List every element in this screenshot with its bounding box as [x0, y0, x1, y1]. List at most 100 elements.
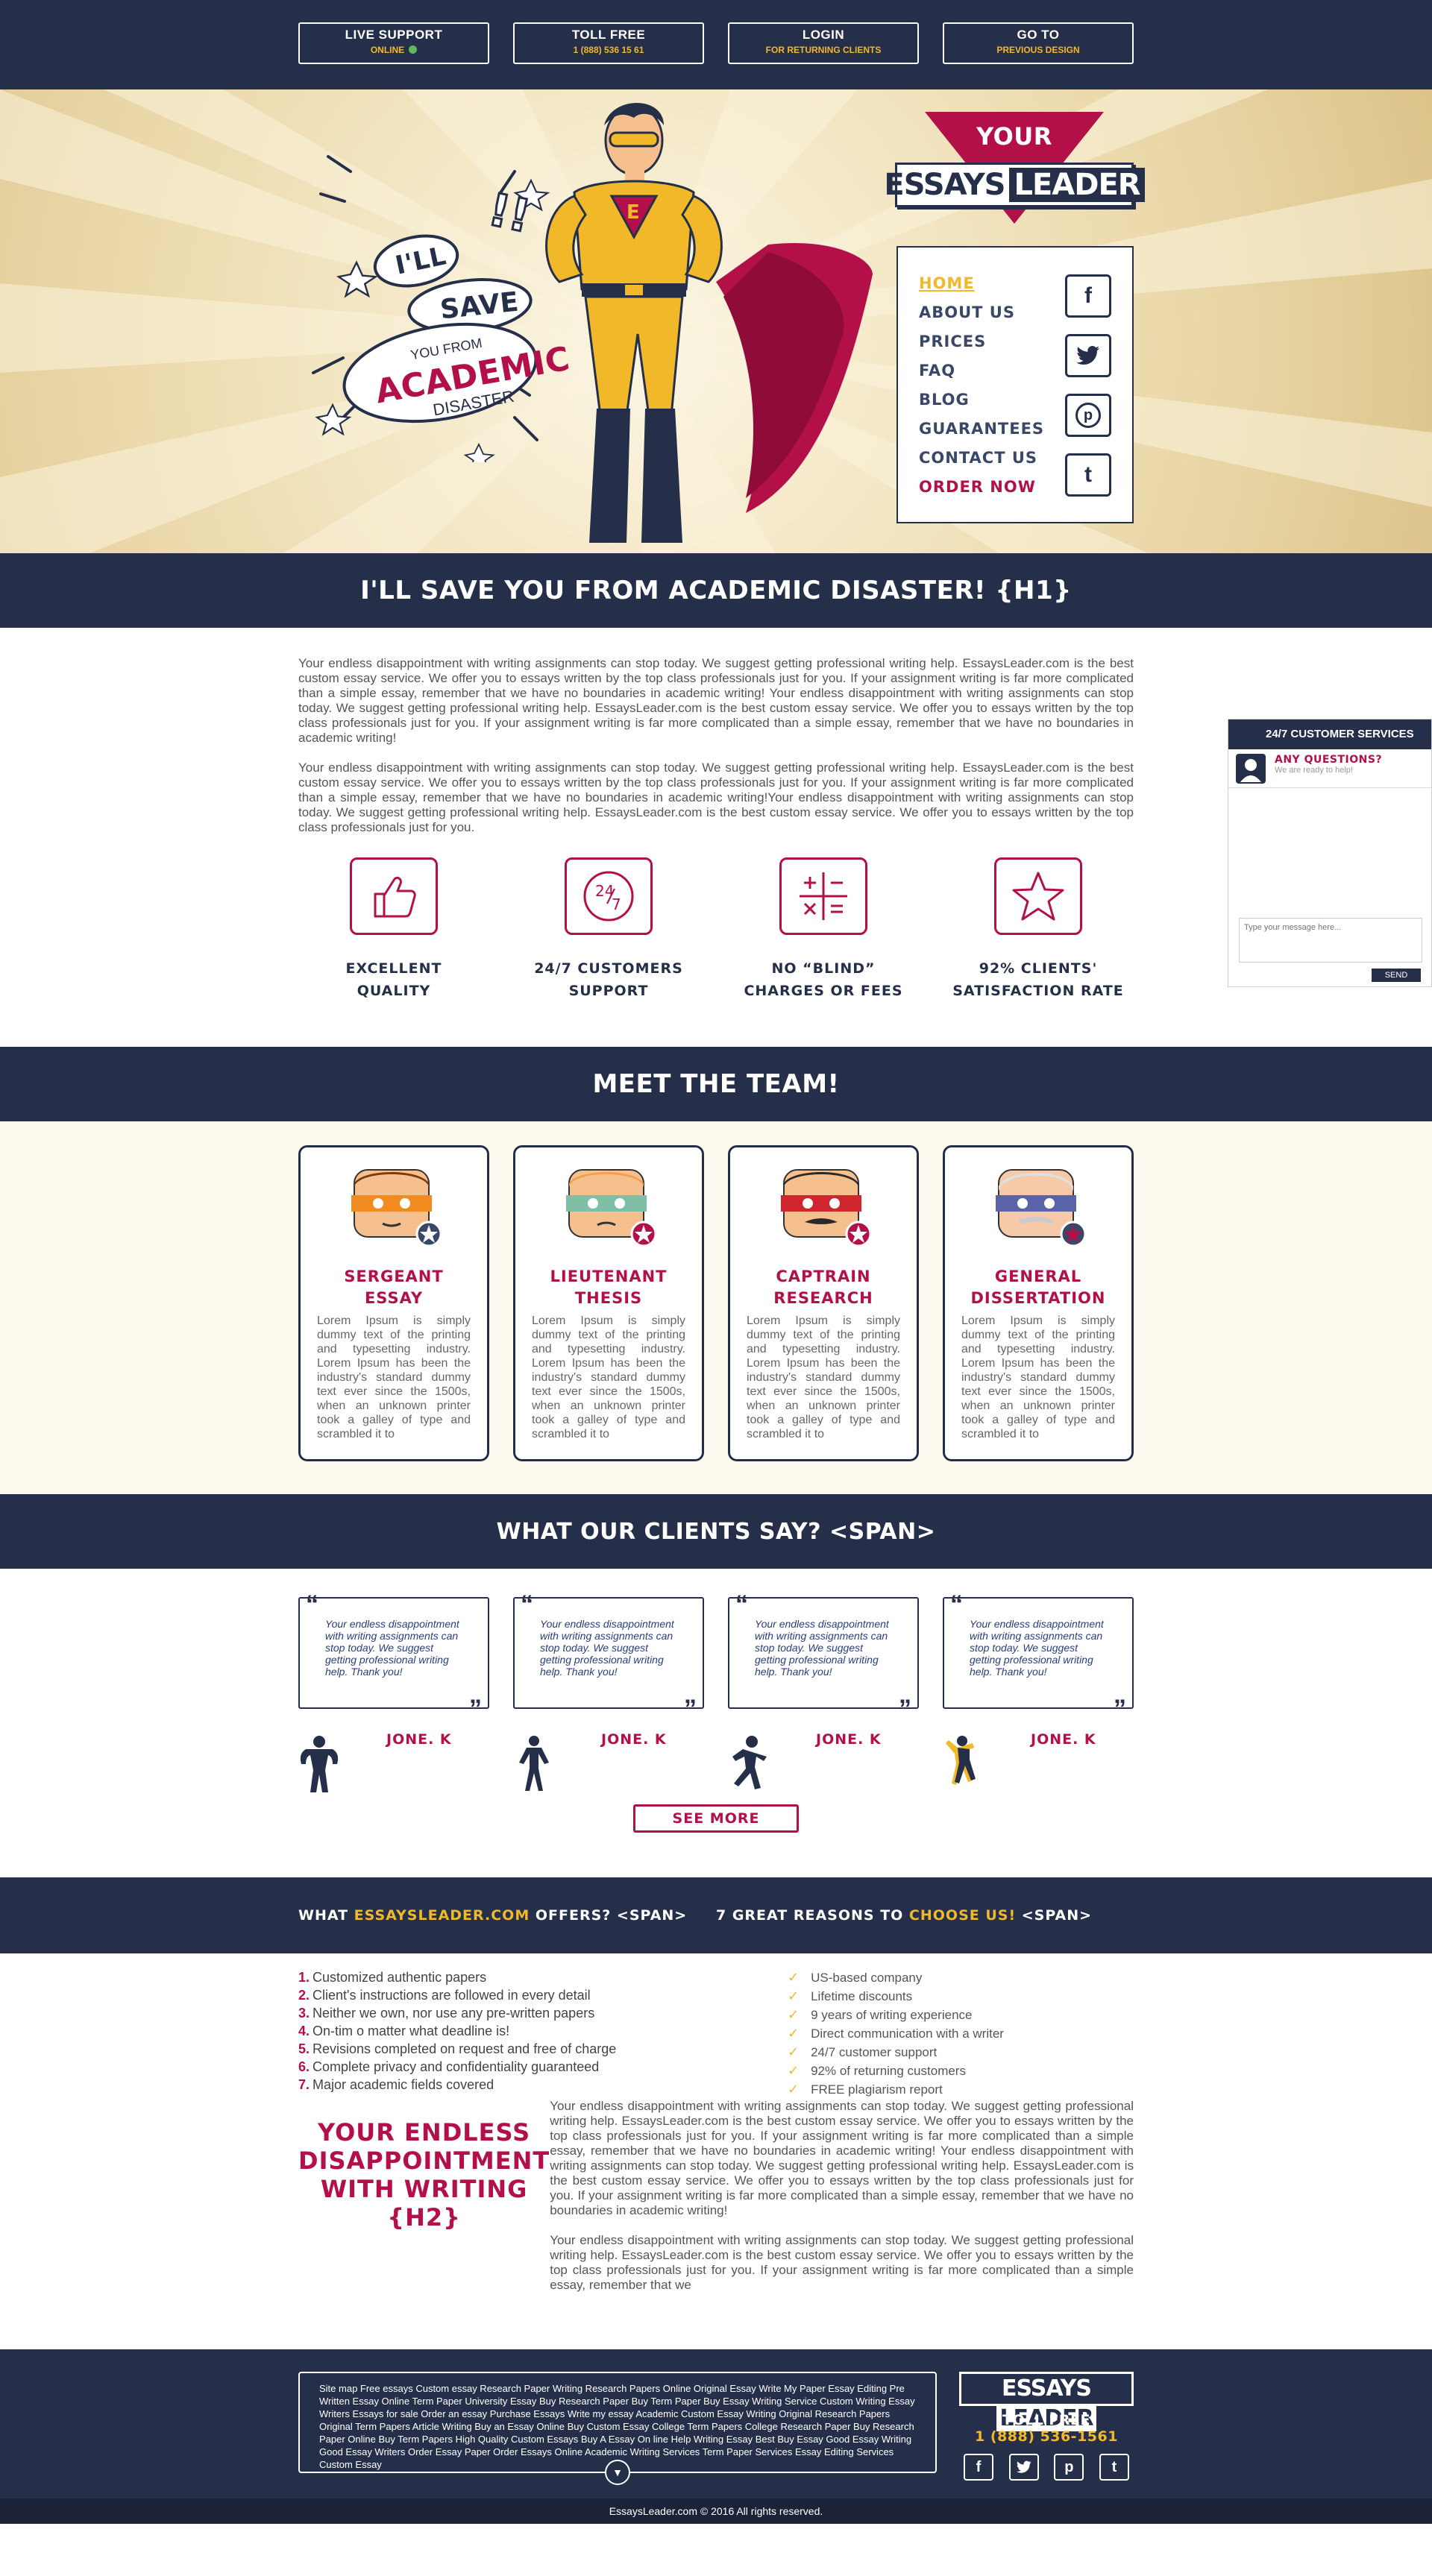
offers-heading-brand: ESSAYSLEADER.COM	[354, 1907, 530, 1924]
member-bio: Lorem Ipsum is simply dummy text of the …	[532, 1314, 685, 1440]
twitter-icon[interactable]	[1065, 334, 1111, 377]
clock-24-7-icon: 24 7	[565, 857, 653, 935]
intro-text: Your endless disappointment with writing…	[298, 656, 1134, 835]
member-bio: Lorem Ipsum is simply dummy text of the …	[747, 1314, 900, 1440]
member-name: THESIS	[574, 1289, 643, 1307]
logo-leader: LEADER	[1009, 168, 1145, 202]
goto-sub: PREVIOUS DESIGN	[996, 45, 1080, 55]
feature-quality-line2: QUALITY	[357, 983, 431, 999]
member-name: RESEARCH	[773, 1289, 873, 1307]
chat-message-input[interactable]	[1239, 918, 1422, 963]
footer-brand: ESSAYS LEADER TOLL FREE 1 (888) 536-1561…	[959, 2372, 1134, 2481]
tumblr-icon[interactable]: t	[1065, 453, 1111, 497]
check-icon: ✓	[788, 2063, 800, 2078]
feature-satisfaction-line2: SATISFACTION RATE	[952, 983, 1124, 999]
feature-no-fees-line2: CHARGES OR FEES	[744, 983, 903, 999]
facebook-icon[interactable]: f	[964, 2454, 993, 2481]
twitter-bird-glyph	[1076, 346, 1099, 365]
svg-text:E: E	[626, 201, 640, 224]
facebook-icon[interactable]: f	[1065, 274, 1111, 318]
agent-avatar	[1236, 754, 1266, 784]
reasons-list: ✓ US-based company ✓ Lifetime discounts ✓ 9…	[788, 1968, 1004, 2099]
essays-leader-logo[interactable]: YOUR ESSAYS LEADER	[884, 112, 1145, 239]
testimonial-text: Your endless disappointment with writing…	[540, 1618, 674, 1678]
list-item: ✓ 92% of returning customers	[788, 2063, 966, 2078]
offers-list: 1. Customized authentic papers 2. Client's…	[298, 1968, 788, 2099]
feature-support: 24 7 24/7 CUSTOMERS SUPPORT	[513, 857, 704, 1002]
footer-phone[interactable]: 1 (888) 536-1561	[959, 2428, 1134, 2445]
list-item: 3. Neither we own, nor use any pre-writte…	[298, 2006, 595, 2021]
offers-section: 1. Customized authentic papers 2. Client's…	[0, 1953, 1432, 2349]
open-quote-icon: “	[521, 1590, 533, 1619]
member-name: DISSERTATION	[970, 1289, 1106, 1307]
team-title: MEET THE TEAM!	[592, 1069, 840, 1099]
feature-no-fees: NO “BLIND” CHARGES OR FEES	[728, 857, 919, 1002]
offers-heading-c: OFFERS? <SPAN>	[530, 1907, 688, 1924]
testimonial-quote: “ Your endless disappointment with writi…	[943, 1592, 1134, 1722]
see-more-button[interactable]: SEE MORE	[633, 1804, 799, 1833]
sergeant-essay-avatar	[351, 1169, 442, 1247]
testimonial-card: “ Your endless disappointment with writi…	[513, 1590, 704, 1792]
testimonial-author: JONE. K	[1031, 1731, 1096, 1748]
live-support-label: LIVE SUPPORT	[345, 28, 443, 42]
page-title-bar: I'LL SAVE YOU FROM ACADEMIC DISASTER! {H…	[0, 553, 1432, 628]
login-button[interactable]: LOGIN FOR RETURNING CLIENTS	[728, 22, 919, 64]
testimonial-quote: “ Your endless disappointment with writi…	[513, 1590, 704, 1722]
list-item: ✓ 24/7 customer support	[788, 2044, 938, 2059]
intro-paragraph-1: Your endless disappointment with writing…	[298, 656, 1134, 745]
sitemap-links[interactable]: Site map Free essays Custom essay Resear…	[319, 2383, 915, 2470]
member-bio: Lorem Ipsum is simply dummy text of the …	[961, 1314, 1115, 1440]
team-card-essay: SERGEANT ESSAY Lorem Ipsum is simply dum…	[298, 1145, 489, 1461]
member-rank: GENERAL	[994, 1267, 1082, 1285]
list-item: ✓ Direct communication with a writer	[788, 2026, 1004, 2041]
toll-free-button[interactable]: TOLL FREE 1 (888) 536 15 61	[513, 22, 704, 64]
reasons-heading: 7 GREAT REASONS TO CHOOSE US! <SPAN>	[716, 1907, 1134, 1924]
clients-title: WHAT OUR CLIENTS SAY? <SPAN>	[496, 1518, 936, 1545]
offers-heading: WHAT ESSAYSLEADER.COM OFFERS? <SPAN>	[298, 1907, 716, 1924]
chat-agent: ANY QUESTIONS? We are ready to help!	[1228, 749, 1431, 788]
live-support-button[interactable]: LIVE SUPPORT ONLINE	[298, 22, 489, 64]
pinterest-icon[interactable]: p	[1065, 394, 1111, 437]
chat-header[interactable]: 24/7 CUSTOMER SERVICES	[1228, 719, 1431, 749]
open-quote-icon: “	[306, 1590, 318, 1619]
star-icon	[994, 857, 1082, 935]
feature-satisfaction-line1: 92% CLIENTS'	[979, 960, 1098, 977]
team-card-thesis: LIEUTENANT THESIS Lorem Ipsum is simply …	[513, 1145, 704, 1461]
login-label: LOGIN	[802, 28, 845, 42]
footer-toll-free-label: TOLL FREE	[1002, 2412, 1090, 2428]
testimonial-card: “ Your endless disappointment with writi…	[943, 1592, 1134, 1792]
bottom-paragraph-2: Your endless disappointment with writing…	[550, 2233, 1134, 2292]
list-item: 6. Complete privacy and confidentiality g…	[298, 2059, 600, 2074]
testimonial-card: “ Your endless disappointment with writi…	[728, 1592, 919, 1792]
team-section: SERGEANT ESSAY Lorem Ipsum is simply dum…	[0, 1121, 1432, 1494]
lieutenant-thesis-avatar	[566, 1169, 657, 1247]
feature-support-line1: 24/7 CUSTOMERS	[534, 960, 683, 977]
footer-sitemap: Site map Free essays Custom essay Resear…	[298, 2372, 937, 2485]
chevron-down-icon[interactable]: ▼	[605, 2460, 630, 2485]
member-bio: Lorem Ipsum is simply dummy text of the …	[317, 1314, 471, 1440]
footer: Site map Free essays Custom essay Resear…	[0, 2349, 1432, 2498]
testimonial-text: Your endless disappointment with writing…	[970, 1618, 1104, 1678]
reasons-heading-c: <SPAN>	[1016, 1907, 1093, 1924]
twitter-icon[interactable]	[1008, 2454, 1039, 2481]
intro-paragraph-2: Your endless disappointment with writing…	[298, 760, 1134, 834]
feature-support-line2: SUPPORT	[568, 983, 649, 999]
check-icon: ✓	[788, 2082, 800, 2097]
testimonial-card: “ Your endless disappointment with writi…	[298, 1590, 489, 1792]
copyright: EssaysLeader.com © 2016 All rights reser…	[0, 2498, 1432, 2524]
logo-wordmark: ESSAYS LEADER	[884, 163, 1145, 207]
offers-heading-a: WHAT	[298, 1907, 354, 1924]
logo-essays: ESSAYS	[884, 168, 1005, 202]
tumblr-icon[interactable]: t	[1099, 2454, 1129, 2481]
hero-speech-bubbles: !! I'LL SAVE YOU FROM ACADEMIC DISASTER	[291, 149, 573, 471]
login-sub: FOR RETURNING CLIENTS	[765, 45, 882, 55]
chat-send-button[interactable]: SEND	[1372, 969, 1421, 982]
previous-design-button[interactable]: GO TO PREVIOUS DESIGN	[943, 22, 1134, 64]
pinterest-icon[interactable]: p	[1054, 2454, 1084, 2481]
reasons-heading-a: 7 GREAT REASONS TO	[716, 1907, 909, 1924]
check-icon: ✓	[788, 1970, 800, 1985]
testimonial-text: Your endless disappointment with writing…	[325, 1618, 459, 1678]
footer-logo[interactable]: ESSAYS LEADER	[959, 2372, 1134, 2431]
hero-banner: !! I'LL SAVE YOU FROM ACADEMIC DISASTER …	[0, 89, 1432, 553]
list-item: ✓ 9 years of writing experience	[788, 2007, 973, 2022]
